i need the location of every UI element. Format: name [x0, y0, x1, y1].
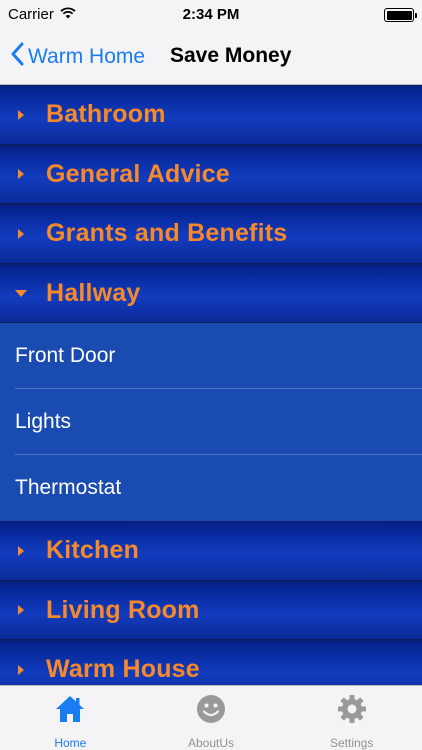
tab-settings[interactable]: Settings: [281, 686, 422, 750]
section-header-kitchen[interactable]: Kitchen: [0, 521, 422, 581]
tab-about-us[interactable]: AboutUs: [141, 686, 282, 750]
chevron-right-icon: [0, 545, 46, 556]
section-header-warm-house[interactable]: Warm House: [0, 640, 422, 685]
page-title: Save Money: [170, 44, 292, 67]
chevron-right-icon: [0, 664, 46, 675]
section-label: Bathroom: [46, 100, 166, 129]
section-label: General Advice: [46, 159, 230, 188]
list-item-label: Lights: [15, 410, 72, 433]
chevron-down-icon: [0, 289, 46, 297]
list-item-lights[interactable]: Lights: [0, 389, 422, 455]
section-label: Living Room: [46, 595, 200, 624]
category-list[interactable]: Bathroom General Advice Grants and Benef…: [0, 85, 422, 685]
gear-icon: [337, 694, 367, 729]
tab-label: Settings: [330, 736, 374, 750]
back-button-label: Warm Home: [28, 45, 146, 68]
section-header-grants-and-benefits[interactable]: Grants and Benefits: [0, 204, 422, 264]
chevron-left-icon: [10, 42, 24, 72]
tab-label: AboutUs: [187, 736, 235, 750]
chevron-right-icon: [0, 109, 46, 120]
back-button[interactable]: Warm Home: [10, 42, 145, 72]
hallway-items: Front Door Lights Thermostat: [0, 323, 422, 521]
tab-bar: Home AboutUs Settings: [0, 685, 422, 750]
smiley-icon: [196, 694, 226, 729]
section-label: Warm House: [46, 655, 200, 684]
tab-home[interactable]: Home: [0, 686, 141, 750]
section-label: Grants and Benefits: [46, 219, 288, 248]
section-label: Kitchen: [46, 536, 140, 565]
home-icon: [54, 694, 86, 729]
list-item-label: Front Door: [15, 344, 116, 367]
section-label: Hallway: [46, 278, 141, 307]
list-item-label: Thermostat: [15, 476, 122, 499]
navigation-bar: Warm Home Save Money: [0, 30, 422, 85]
section-header-hallway[interactable]: Hallway: [0, 263, 422, 323]
chevron-right-icon: [0, 169, 46, 180]
chevron-right-icon: [0, 228, 46, 239]
list-item-front-door[interactable]: Front Door: [0, 323, 422, 389]
section-header-living-room[interactable]: Living Room: [0, 580, 422, 640]
chevron-right-icon: [0, 605, 46, 616]
section-header-general-advice[interactable]: General Advice: [0, 144, 422, 204]
section-header-bathroom[interactable]: Bathroom: [0, 85, 422, 145]
tab-label: Home: [54, 736, 87, 750]
status-time: 2:34 PM: [182, 6, 240, 23]
list-item-thermostat[interactable]: Thermostat: [0, 455, 422, 521]
status-bar: Carrier 2:34 PM: [0, 0, 422, 30]
battery-icon: [384, 8, 417, 22]
